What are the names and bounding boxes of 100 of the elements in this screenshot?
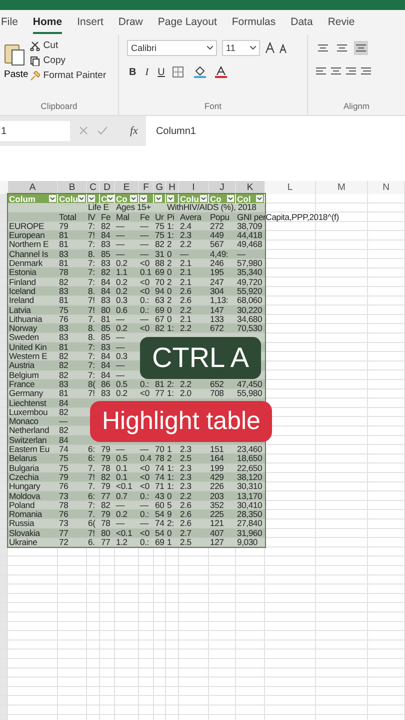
table-cell: 7: (87, 370, 95, 380)
ribbon-tab[interactable]: Page Layout (158, 12, 217, 34)
table-cell: — (139, 222, 148, 231)
column-header[interactable]: J (209, 181, 236, 194)
table-cell: — (236, 250, 246, 259)
table-cell: 0 (166, 286, 172, 296)
name-box[interactable]: 1 (0, 121, 70, 141)
copy-button[interactable]: Copy (30, 54, 106, 67)
table-cell: Fe (139, 212, 150, 222)
table-cell: 1 (166, 445, 172, 454)
table-cell: 195 (209, 268, 224, 278)
column-title: Colu (59, 194, 78, 204)
filter-dropdown-icon[interactable] (140, 195, 147, 202)
table-cell: 77 (154, 389, 164, 398)
ribbon-tab[interactable]: Data (290, 12, 313, 34)
table-cell: 82 (58, 370, 68, 380)
table-cell: 79 (100, 454, 110, 464)
table-cell: 2 (166, 278, 172, 287)
table-cell: Moldova (8, 492, 40, 500)
ribbon-tab[interactable]: File (1, 12, 18, 34)
column-header[interactable]: K (236, 181, 265, 194)
table-cell: 75 (58, 454, 68, 464)
column-header[interactable]: N (368, 181, 405, 194)
table-cell: 38,709 (236, 222, 262, 231)
column-header[interactable]: A (8, 181, 58, 194)
table-cell: 30,220 (236, 306, 262, 315)
filter-dropdown-icon[interactable] (107, 195, 114, 202)
table-cell: Germany (8, 389, 43, 398)
column-header[interactable]: G (154, 181, 166, 194)
format-painter-button[interactable]: Format Painter (30, 69, 106, 82)
table-cell: 7: (87, 352, 95, 362)
table-cell: 70,530 (236, 324, 262, 334)
ribbon-tab[interactable]: Draw (118, 12, 143, 34)
filter-dropdown-icon[interactable] (130, 195, 137, 202)
table-cell: Monaco (8, 417, 38, 426)
ribbon-tab[interactable]: Formulas (232, 12, 276, 34)
column-header[interactable]: H (166, 181, 179, 194)
table-cell: 2 (166, 259, 172, 268)
ribbon-tab[interactable]: Revie (328, 12, 355, 34)
table-cell: 0.: (139, 306, 149, 315)
font-color-icon[interactable] (214, 66, 230, 78)
column-header[interactable]: D (100, 181, 115, 194)
italic-button[interactable]: I (143, 66, 151, 78)
table-cell: 8. (87, 250, 95, 259)
column-header[interactable]: E (115, 181, 139, 194)
filter-dropdown-icon[interactable] (49, 195, 56, 202)
filter-dropdown-icon[interactable] (227, 195, 234, 202)
column-header[interactable]: B (58, 181, 87, 194)
table-cell: 79 (58, 472, 68, 482)
bold-button[interactable]: B (127, 66, 138, 78)
filter-dropdown-icon[interactable] (167, 195, 174, 202)
paste-button[interactable]: Paste (4, 39, 28, 82)
column-header[interactable]: M (316, 181, 368, 194)
table-cell: 6. (87, 538, 95, 547)
filter-dropdown-icon[interactable] (256, 195, 263, 202)
table-cell: 82 (58, 278, 68, 287)
table-cell: 0 (166, 528, 172, 538)
fill-color-icon[interactable] (192, 66, 209, 78)
table-cell: 79 (58, 222, 68, 231)
column-header[interactable]: L (265, 181, 316, 194)
ribbon-tab[interactable]: Insert (77, 12, 104, 34)
table-cell: Liechtenst (8, 398, 46, 408)
table-cell: 82 (58, 408, 68, 417)
filter-dropdown-icon[interactable] (155, 195, 162, 202)
insert-function-button[interactable]: fx (130, 125, 138, 137)
table-cell: 0.2 (115, 324, 128, 334)
table-cell: 80 (100, 528, 110, 538)
column-header[interactable]: C (87, 181, 100, 194)
table-cell: 0.: (139, 538, 149, 547)
table-cell: 7: (87, 500, 95, 510)
table-cell: 74 (154, 519, 164, 528)
filter-dropdown-icon[interactable] (88, 195, 95, 202)
table-cell: 55,980 (236, 389, 262, 398)
table-cell: Popu (209, 212, 230, 222)
table-cell: 2.2 (179, 324, 192, 334)
filter-dropdown-icon[interactable] (200, 195, 207, 202)
table-cell: 2.5 (179, 538, 192, 547)
formula-field[interactable]: Column1 (146, 116, 405, 146)
table-cell: 63 (154, 296, 164, 306)
table-cell: 0 (166, 314, 172, 324)
column-header[interactable]: I (179, 181, 209, 194)
table-cell: 30,410 (236, 500, 262, 510)
column-header[interactable]: F (139, 181, 154, 194)
table-cell: 2.1 (179, 259, 192, 268)
vertical-align-button[interactable] (354, 41, 368, 55)
filter-dropdown-icon[interactable] (78, 195, 85, 202)
table-cell: 708 (209, 389, 224, 398)
table-cell: Luxembou (8, 408, 48, 417)
table-cell: 672 (209, 324, 224, 334)
table-cell: 18,650 (236, 454, 262, 464)
group-label: Font (203, 101, 222, 111)
table-cell: 83 (100, 296, 110, 306)
table-cell: WithHIV/AIDS (%), 2018 (166, 203, 256, 212)
cut-button[interactable]: Cut (30, 39, 106, 52)
underline-button[interactable]: U (156, 66, 167, 78)
font-size-dropdown[interactable]: 11 (222, 40, 260, 56)
font-name-dropdown[interactable]: Calibri (127, 40, 217, 56)
table-cell: 83 (58, 324, 68, 334)
table-cell: France (8, 380, 35, 389)
table-cell: 73 (58, 519, 68, 528)
